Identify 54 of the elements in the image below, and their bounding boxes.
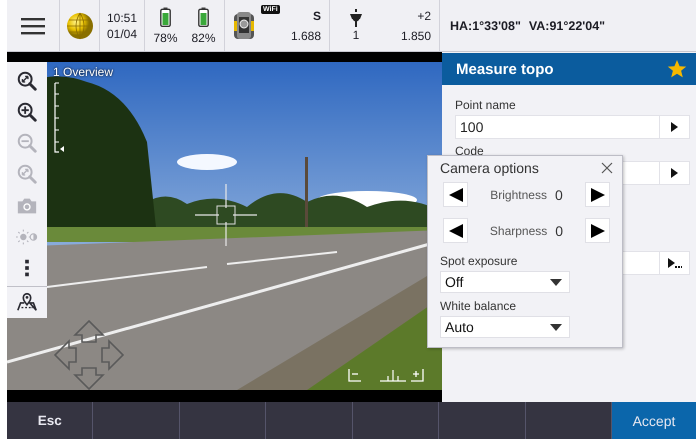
stepper-label: Sharpness [490,224,548,238]
right-triangle-icon [590,188,604,202]
zoom-out-corner-icon[interactable] [348,368,362,382]
favorite-star-icon[interactable] [667,59,687,79]
height-reading: 1.850 [400,28,431,42]
decrease-button[interactable] [443,182,468,207]
vertical-angle: VA:91°22'04" [528,18,606,32]
softkey-button[interactable]: Accept [612,402,696,439]
dropdown[interactable]: Off [440,271,570,293]
dropdown[interactable]: Auto [440,316,570,338]
panel-title: Measure topo [456,60,554,78]
zoom-scale-icon[interactable] [53,82,65,154]
triangle-dots-icon [668,258,682,268]
offset-text: +2 [417,8,431,22]
mode-text: S [312,8,321,22]
prism-pole-icon[interactable] [348,9,364,27]
dropdown-label: White balance [439,299,518,313]
left-triangle-icon [448,224,462,238]
stepper-label: Brightness [490,188,547,202]
zoom-in-icon[interactable] [16,100,38,123]
right-triangle-icon [590,224,604,238]
date-text: 01/04 [106,26,138,40]
decrease-button[interactable] [443,218,468,243]
view-label: 1 Overview [53,65,114,79]
height-reading: 1.688 [290,28,321,42]
dropdown-label: Spot exposure [439,254,518,268]
increase-button[interactable] [585,182,610,207]
caret-icon [550,324,562,330]
right-triangle-icon [671,168,678,178]
globe-icon[interactable] [66,12,94,40]
zoom-extents-icon[interactable] [16,70,38,92]
left-triangle-icon [448,188,462,202]
caret-icon [550,278,562,286]
battery-icon [198,6,210,26]
field-label: Code [455,144,485,158]
stepper-value: 0 [554,186,563,202]
stepper-value: 0 [555,222,564,238]
close-icon[interactable] [601,162,613,174]
battery-reading: 78% [153,30,178,44]
target-number: 1 [352,28,360,42]
time-text: 10:51 [106,10,138,24]
zoom-in-corner-icon[interactable] [410,368,424,382]
increase-button[interactable] [585,218,610,243]
menu-icon[interactable] [21,16,45,34]
map-pin-icon[interactable] [16,291,38,314]
horizontal-angle: HA:1°33'08" [450,18,521,32]
battery-reading: 82% [192,30,216,44]
dialog-title: Camera options [440,160,539,176]
total-station-icon[interactable] [233,10,255,40]
pan-arrows-icon[interactable] [54,320,124,390]
level-mark-icon[interactable] [380,368,406,382]
crosshair-icon [195,184,257,246]
battery-icon [160,6,171,26]
field-label: Point name [455,98,517,112]
